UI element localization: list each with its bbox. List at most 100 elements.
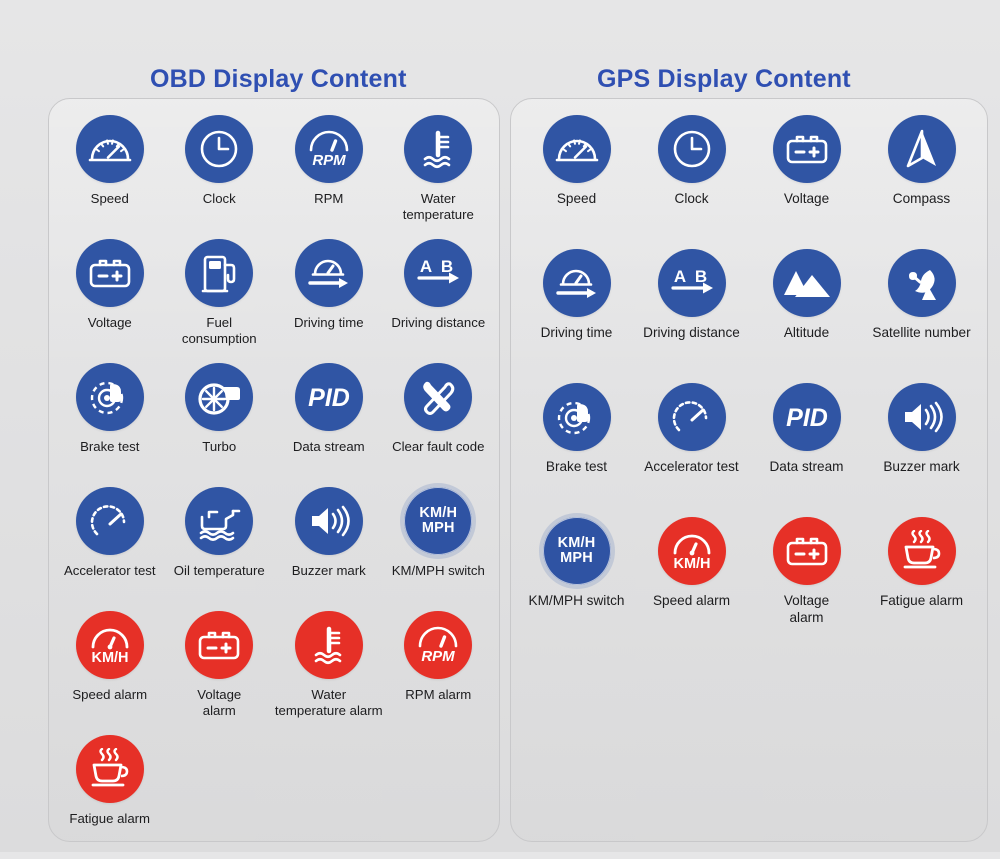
feature-label: Turbo	[202, 439, 237, 454]
feature-cell[interactable]: Satellite number	[864, 249, 979, 383]
feature-cell[interactable]: Brake test	[55, 363, 165, 487]
feature-cell[interactable]: Water temperature alarm	[274, 611, 384, 735]
speed-alarm-icon[interactable]: KM/H	[657, 517, 726, 585]
feature-cell[interactable]: Fatigue alarm	[55, 735, 165, 859]
gps-panel-title: GPS Display Content	[597, 65, 851, 93]
wrench-spanner-icon[interactable]	[404, 363, 473, 431]
feature-cell[interactable]: A B Driving distance	[634, 249, 749, 383]
feature-cell[interactable]: Compass	[864, 115, 979, 249]
feature-label: Accelerator test	[63, 563, 156, 578]
feature-label: Fatigue alarm	[879, 593, 964, 608]
pid-icon[interactable]: PID	[294, 363, 363, 431]
feature-label: Oil temperature	[173, 563, 265, 578]
feature-label: Speed alarm	[652, 593, 731, 608]
feature-cell[interactable]: Turbo	[165, 363, 275, 487]
svg-text:PID: PID	[308, 384, 350, 412]
feature-cell[interactable]: Clock	[165, 115, 275, 239]
speaker-icon[interactable]	[294, 487, 363, 555]
feature-cell[interactable]: KM/H MPH KM/MPH switch	[384, 487, 494, 611]
feature-cell[interactable]: Voltage	[55, 239, 165, 363]
accelerator-gauge-icon[interactable]	[75, 487, 144, 555]
feature-cell[interactable]: Speed	[519, 115, 634, 249]
feature-cell[interactable]: Fatigue alarm	[864, 517, 979, 651]
water-temperature-icon[interactable]	[294, 611, 363, 679]
feature-cell[interactable]: PID Data stream	[749, 383, 864, 517]
accelerator-gauge-icon[interactable]	[657, 383, 726, 451]
feature-label: Brake test	[545, 459, 608, 474]
feature-cell[interactable]: PID Data stream	[274, 363, 384, 487]
clock-icon[interactable]	[185, 115, 254, 183]
driving-distance-icon[interactable]: A B	[657, 249, 726, 317]
fuel-pump-icon[interactable]	[185, 239, 254, 307]
feature-cell[interactable]: Clear fault code	[384, 363, 494, 487]
feature-label: Driving distance	[643, 325, 740, 340]
rpm-gauge-icon[interactable]: RPM	[294, 115, 363, 183]
brake-disc-icon[interactable]	[542, 383, 611, 451]
driving-time-icon[interactable]	[294, 239, 363, 307]
battery-icon[interactable]	[75, 239, 144, 307]
oil-can-icon[interactable]	[185, 487, 254, 555]
speed-alarm-icon[interactable]: KM/H	[75, 611, 144, 679]
battery-icon[interactable]	[772, 517, 841, 585]
coffee-cup-icon[interactable]	[75, 735, 144, 803]
feature-cell[interactable]: RPM RPM alarm	[384, 611, 494, 735]
turbo-icon[interactable]	[185, 363, 254, 431]
feature-cell[interactable]: Speed	[55, 115, 165, 239]
satellite-dish-icon[interactable]	[887, 249, 956, 317]
speedometer-icon[interactable]	[75, 115, 144, 183]
obd-feature-grid: Speed Clock RPM RPM Water temperature Vo…	[49, 99, 499, 859]
svg-text:RPM: RPM	[312, 152, 346, 169]
feature-cell[interactable]: RPM RPM	[274, 115, 384, 239]
feature-label: Data stream	[769, 459, 844, 474]
infographic-stage: OBD Display Content GPS Display Content …	[0, 0, 1000, 852]
water-temperature-icon[interactable]	[404, 115, 473, 183]
feature-cell[interactable]: Voltage	[749, 115, 864, 249]
km-mph-switch-icon[interactable]: KM/H MPH	[404, 487, 473, 555]
feature-cell[interactable]: Accelerator test	[634, 383, 749, 517]
feature-cell[interactable]: Fuel consumption	[165, 239, 275, 363]
rpm-gauge-icon[interactable]: RPM	[404, 611, 473, 679]
feature-label: Satellite number	[872, 325, 971, 340]
feature-cell[interactable]: KM/H Speed alarm	[634, 517, 749, 651]
svg-text:RPM: RPM	[422, 648, 456, 665]
feature-label: RPM alarm	[405, 687, 472, 702]
driving-distance-icon[interactable]: A B	[404, 239, 473, 307]
feature-cell[interactable]: Oil temperature	[165, 487, 275, 611]
speaker-icon[interactable]	[887, 383, 956, 451]
svg-text:KM/H: KM/H	[91, 650, 128, 665]
feature-cell[interactable]: A B Driving distance	[384, 239, 494, 363]
speedometer-icon[interactable]	[542, 115, 611, 183]
clock-icon[interactable]	[657, 115, 726, 183]
svg-text:PID: PID	[786, 404, 828, 432]
feature-cell[interactable]: Driving time	[519, 249, 634, 383]
coffee-cup-icon[interactable]	[887, 517, 956, 585]
feature-label: Voltage	[87, 315, 132, 330]
battery-icon[interactable]	[772, 115, 841, 183]
km-mph-switch-icon[interactable]: KM/H MPH	[542, 517, 611, 585]
feature-cell[interactable]: Accelerator test	[55, 487, 165, 611]
feature-cell[interactable]: Buzzer mark	[864, 383, 979, 517]
battery-icon[interactable]	[185, 611, 254, 679]
driving-time-icon[interactable]	[542, 249, 611, 317]
feature-label: Data stream	[292, 439, 365, 454]
feature-cell[interactable]: Altitude	[749, 249, 864, 383]
feature-cell[interactable]: Buzzer mark	[274, 487, 384, 611]
feature-cell[interactable]: KM/H MPH KM/MPH switch	[519, 517, 634, 651]
brake-disc-icon[interactable]	[75, 363, 144, 431]
feature-cell[interactable]: KM/H Speed alarm	[55, 611, 165, 735]
compass-arrow-icon[interactable]	[887, 115, 956, 183]
feature-label: Altitude	[783, 325, 830, 340]
feature-cell[interactable]: Driving time	[274, 239, 384, 363]
svg-text:B: B	[441, 257, 453, 276]
feature-cell[interactable]: Voltage alarm	[165, 611, 275, 735]
feature-label: Voltage alarm	[197, 687, 242, 719]
pid-icon[interactable]: PID	[772, 383, 841, 451]
feature-cell[interactable]: Clock	[634, 115, 749, 249]
feature-label: Accelerator test	[644, 459, 739, 474]
mountain-icon[interactable]	[772, 249, 841, 317]
feature-cell[interactable]: Water temperature	[384, 115, 494, 239]
feature-label: Voltage alarm	[783, 593, 830, 625]
feature-label: Clock	[202, 191, 236, 206]
feature-cell[interactable]: Brake test	[519, 383, 634, 517]
feature-cell[interactable]: Voltage alarm	[749, 517, 864, 651]
